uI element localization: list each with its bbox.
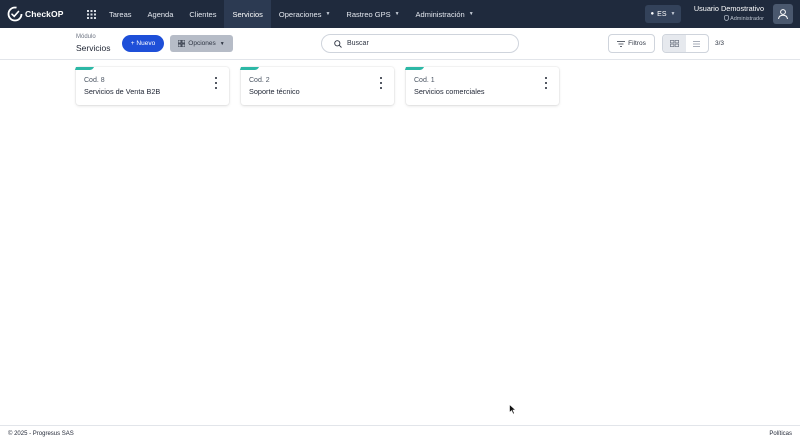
user-name: Usuario Demostrativo [693, 4, 764, 13]
nav-item-tareas[interactable]: Tareas [101, 0, 140, 28]
module-label: Módulo [76, 34, 96, 40]
service-card[interactable]: Cod. 8 Servicios de Venta B2B [74, 67, 229, 105]
main-nav: Tareas Agenda Clientes Servicios Operaci… [101, 0, 482, 28]
apps-grid-icon[interactable] [85, 8, 97, 20]
nav-item-rastreo-gps[interactable]: Rastreo GPS ▼ [338, 0, 407, 28]
grid-view-button[interactable] [663, 35, 686, 52]
card-title: Servicios de Venta B2B [84, 87, 161, 96]
caret-down-icon: ▼ [394, 11, 400, 17]
search-icon [334, 39, 342, 48]
search-box[interactable] [321, 34, 519, 53]
caret-down-icon: ▼ [670, 11, 676, 17]
grid-view-icon [669, 40, 679, 47]
service-card[interactable]: Cod. 2 Soporte técnico [239, 67, 394, 105]
card-code: Cod. 1 [414, 77, 435, 84]
user-role: Administrador [686, 14, 764, 22]
card-title: Servicios comerciales [414, 87, 485, 96]
mouse-cursor-icon [509, 404, 517, 415]
policies-link[interactable]: Políticas [769, 431, 792, 437]
page-header: Módulo Servicios + Nuevo Opciones ▼ Filt… [0, 28, 800, 60]
caret-down-icon: ▼ [468, 11, 474, 17]
card-code: Cod. 2 [249, 77, 270, 84]
service-card[interactable]: Cod. 1 Servicios comerciales [404, 67, 559, 105]
top-navbar: CheckOP Tareas Agenda Clientes Servicios… [0, 0, 800, 28]
footer: © 2025 - Progresus SAS Políticas [0, 425, 800, 443]
user-icon [778, 9, 788, 20]
copyright-text: © 2025 - Progresus SAS [8, 431, 74, 437]
chevron-down-icon: ▼ [219, 40, 225, 47]
filters-label: Filtros [628, 40, 646, 47]
language-selector[interactable]: ● ES ▼ [645, 5, 681, 23]
avatar[interactable] [773, 4, 793, 24]
caret-down-icon: ▼ [325, 11, 331, 17]
nav-item-servicios[interactable]: Servicios [224, 0, 271, 28]
kebab-menu-icon[interactable] [212, 76, 220, 90]
nav-item-operaciones[interactable]: Operaciones ▼ [271, 0, 338, 28]
checkop-logo-icon [7, 6, 23, 22]
results-count: 3/3 [715, 40, 725, 47]
options-button[interactable]: Opciones ▼ [170, 35, 233, 52]
card-code: Cod. 8 [84, 77, 105, 84]
view-toggle [662, 34, 709, 53]
new-button[interactable]: + Nuevo [122, 35, 164, 52]
language-code: ES [657, 10, 667, 18]
nav-item-administracion[interactable]: Administración ▼ [408, 0, 482, 28]
filter-icon [617, 40, 626, 47]
card-accent [74, 67, 94, 70]
shield-icon [724, 14, 730, 22]
list-view-icon [693, 40, 701, 47]
card-title: Soporte técnico [249, 87, 300, 96]
brand-name: CheckOP [25, 9, 64, 19]
card-accent [404, 67, 424, 70]
nav-item-clientes[interactable]: Clientes [181, 0, 224, 28]
user-info[interactable]: Usuario Demostrativo Administrador [686, 4, 764, 22]
globe-icon: ● [650, 11, 655, 17]
options-grid-icon [178, 40, 186, 47]
kebab-menu-icon[interactable] [542, 76, 550, 90]
nav-item-agenda[interactable]: Agenda [140, 0, 182, 28]
options-label: Opciones [188, 40, 216, 47]
card-accent [239, 67, 259, 70]
filters-button[interactable]: Filtros [608, 34, 655, 53]
list-view-button[interactable] [686, 35, 709, 52]
search-input[interactable] [347, 40, 507, 47]
page-title: Servicios [76, 43, 111, 53]
kebab-menu-icon[interactable] [377, 76, 385, 90]
brand[interactable]: CheckOP [7, 6, 77, 22]
